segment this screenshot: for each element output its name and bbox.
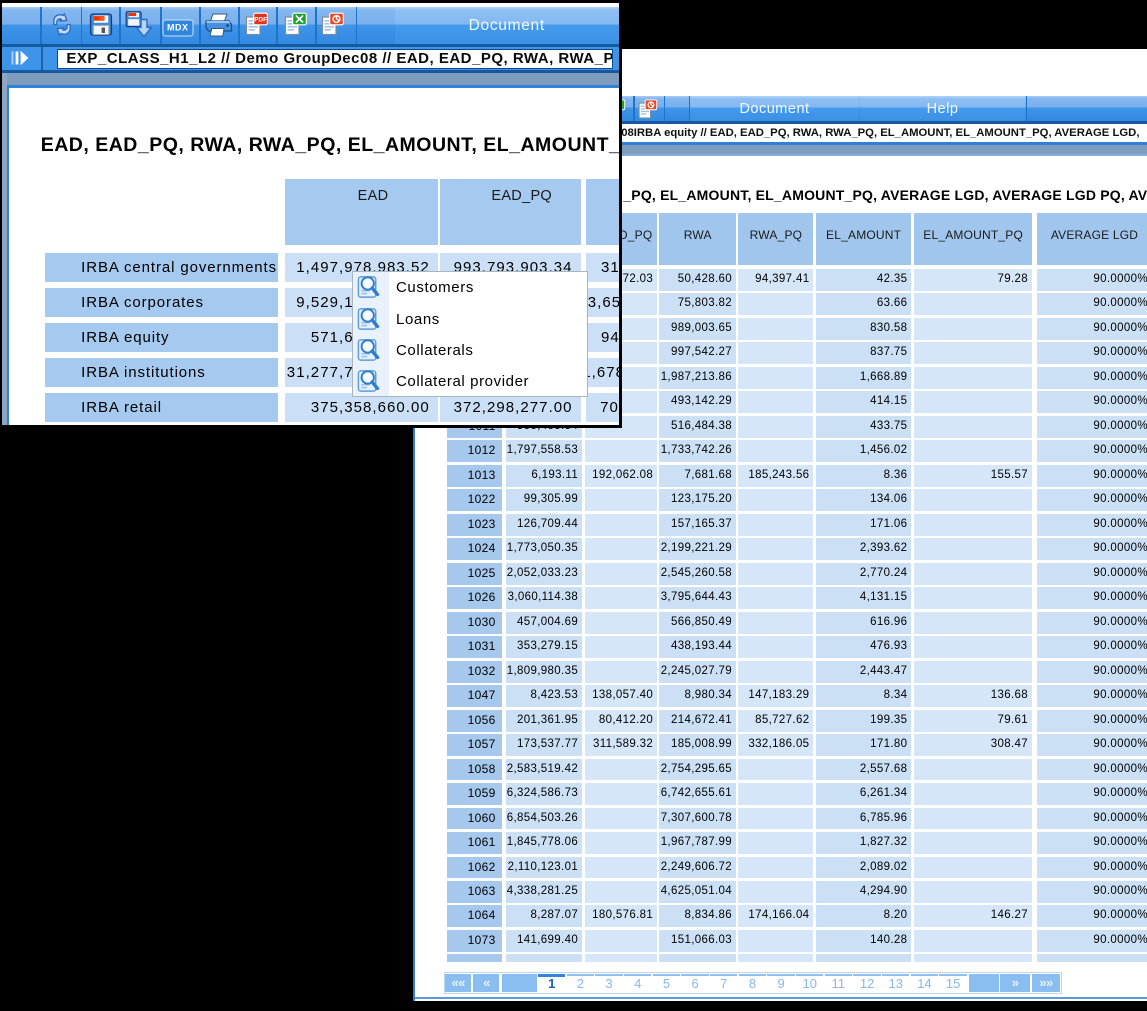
svg-text:PDF: PDF <box>254 16 267 23</box>
